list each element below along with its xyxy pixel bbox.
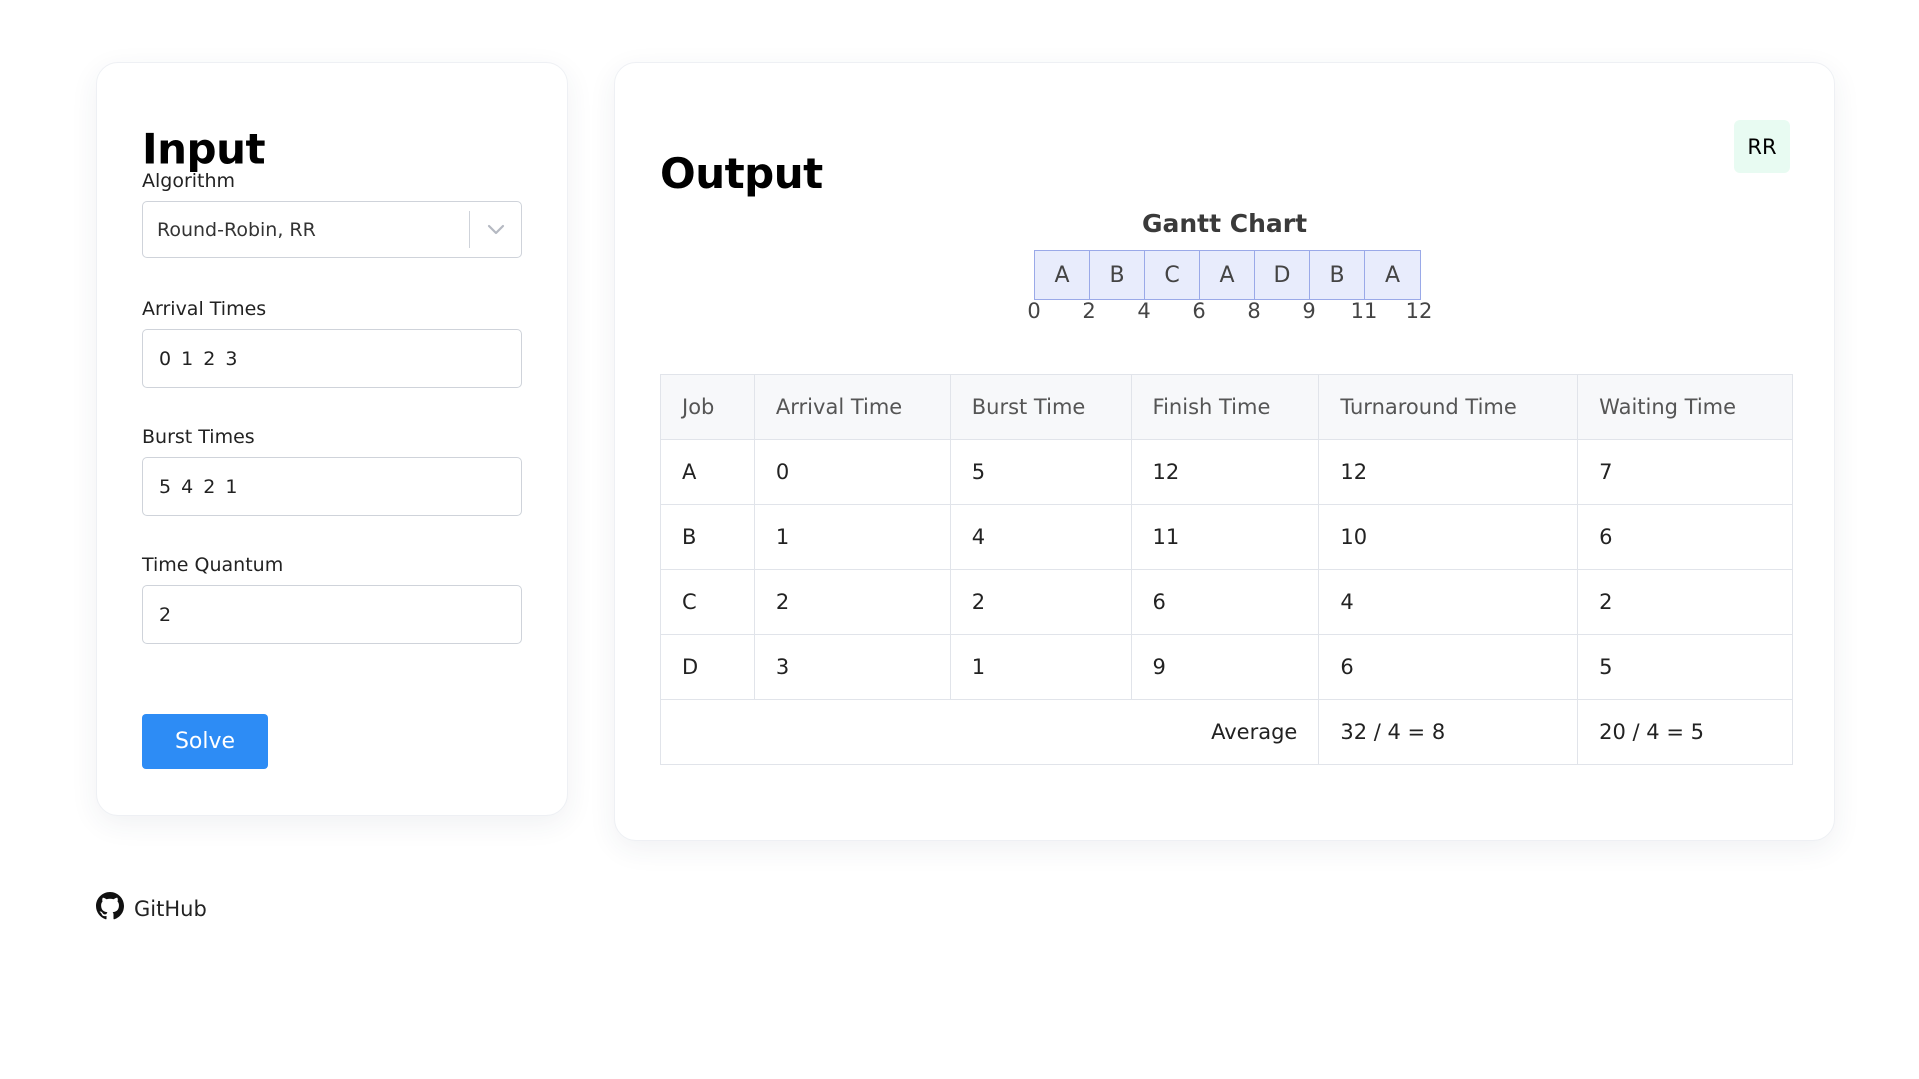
table-cell: 7 — [1577, 439, 1793, 505]
gantt-chart-title: Gantt Chart — [1141, 209, 1308, 238]
table-row: B 1 4 11 10 6 — [660, 504, 1793, 570]
github-label: GitHub — [134, 896, 207, 921]
gantt-tick-label: 12 — [1405, 299, 1433, 323]
header-burst-time: Burst Time — [949, 374, 1132, 440]
github-icon — [96, 892, 124, 925]
table-cell: 3 — [753, 634, 951, 700]
table-cell: 0 — [753, 439, 951, 505]
table-row: A 0 5 12 12 7 — [660, 439, 1793, 505]
table-row: C 2 2 6 4 2 — [660, 569, 1793, 635]
gantt-tick-label: 8 — [1247, 299, 1261, 323]
time-quantum-label: Time Quantum — [142, 554, 284, 576]
solve-button[interactable]: Solve — [142, 714, 268, 769]
table-cell: A — [660, 439, 755, 505]
results-table: Job Arrival Time Burst Time Finish Time … — [659, 374, 1793, 765]
table-cell: 6 — [1318, 634, 1579, 700]
table-cell: 6 — [1577, 504, 1793, 570]
input-title: Input — [142, 124, 266, 174]
table-cell: 1 — [949, 634, 1132, 700]
header-finish-time: Finish Time — [1130, 374, 1320, 440]
gantt-tick-label: 2 — [1082, 299, 1096, 323]
table-cell: 4 — [949, 504, 1132, 570]
average-waiting: 20 / 4 = 5 — [1577, 699, 1793, 765]
output-panel: Output RR Gantt Chart ABCADBA 0 2 4 6 8 9 11 12… — [614, 62, 1835, 841]
gantt-block: A — [1200, 251, 1255, 299]
gantt-tick-label: 0 — [1027, 299, 1041, 323]
gantt-block: D — [1255, 251, 1310, 299]
algorithm-select[interactable]: Round-Robin, RR — [142, 201, 522, 258]
table-cell: 9 — [1130, 634, 1320, 700]
table-cell: 2 — [949, 569, 1132, 635]
arrival-times-label: Arrival Times — [142, 298, 267, 320]
table-cell: 2 — [753, 569, 951, 635]
gantt-tick-label: 11 — [1350, 299, 1378, 323]
algorithm-select-value: Round-Robin, RR — [157, 218, 316, 241]
table-cell: 4 — [1318, 569, 1579, 635]
arrival-times-input[interactable] — [142, 329, 522, 388]
burst-times-input[interactable] — [142, 457, 522, 516]
table-cell: B — [660, 504, 755, 570]
table-cell: 5 — [949, 439, 1132, 505]
table-cell: 11 — [1130, 504, 1320, 570]
table-cell: 1 — [753, 504, 951, 570]
github-link[interactable]: GitHub — [96, 892, 207, 925]
table-row: D 3 1 9 6 5 — [660, 634, 1793, 700]
table-cell: 12 — [1130, 439, 1320, 505]
gantt-tick-label: 6 — [1192, 299, 1206, 323]
table-cell: D — [660, 634, 755, 700]
header-waiting-time: Waiting Time — [1577, 374, 1793, 440]
table-cell: 2 — [1577, 569, 1793, 635]
burst-times-label: Burst Times — [142, 426, 255, 448]
table-cell: C — [660, 569, 755, 635]
gantt-block: A — [1384, 262, 1401, 288]
table-cell: 5 — [1577, 634, 1793, 700]
gantt-block: B — [1090, 251, 1145, 299]
table-cell: 10 — [1318, 504, 1579, 570]
average-turnaround: 32 / 4 = 8 — [1318, 699, 1579, 765]
header-arrival-time: Arrival Time — [753, 374, 951, 440]
gantt-block: A — [1035, 251, 1090, 299]
average-row: Average 32 / 4 = 8 20 / 4 = 5 — [659, 699, 1793, 765]
input-panel: Input Algorithm Round-Robin, RR Arrival … — [96, 62, 568, 816]
gantt-block: C — [1145, 251, 1200, 299]
time-quantum-input[interactable] — [142, 585, 522, 644]
table-cell: 6 — [1130, 569, 1320, 635]
gantt-chart: ABCADBA — [1034, 250, 1421, 300]
output-title: Output — [660, 149, 823, 198]
gantt-block: B — [1310, 251, 1365, 299]
gantt-tick-label: 4 — [1137, 299, 1151, 323]
header-turnaround-time: Turnaround Time — [1318, 374, 1579, 440]
algorithm-label: Algorithm — [142, 170, 236, 192]
table-header-row: Job Arrival Time Burst Time Finish Time … — [660, 374, 1793, 440]
gantt-tick-label: 9 — [1302, 299, 1316, 323]
header-job: Job — [660, 374, 755, 440]
algorithm-badge: RR — [1734, 120, 1790, 173]
table-cell: 12 — [1318, 439, 1579, 505]
average-label: Average — [659, 699, 1320, 765]
chevron-down-icon[interactable] — [470, 202, 521, 257]
